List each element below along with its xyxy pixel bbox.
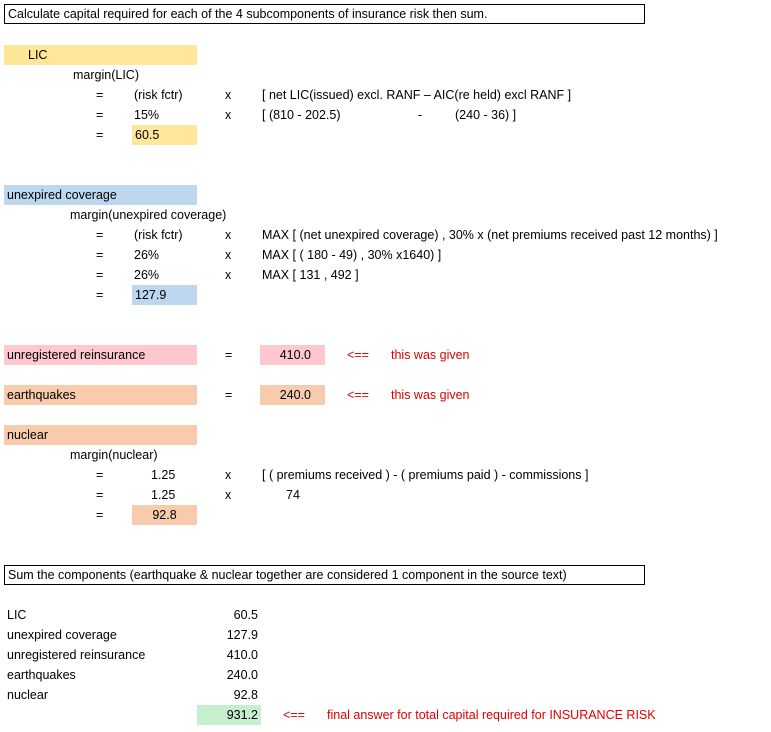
summary-total: 931.2: [197, 705, 261, 725]
lic-row2-factor: 15%: [134, 108, 160, 122]
lic-result: 60.5: [132, 125, 197, 145]
summary-value-lic: 60.5: [233, 608, 258, 622]
unexpired-row2-expr: MAX [ ( 180 - 49) , 30% x1640) ]: [262, 248, 442, 262]
unexpired-row3-eq: =: [96, 268, 104, 282]
summary-label-unregistered: unregistered reinsurance: [7, 648, 146, 662]
unexpired-row1-expr: MAX [ (net unexpired coverage) , 30% x (…: [262, 228, 718, 242]
unexpired-header: unexpired coverage: [4, 185, 197, 205]
unexpired-row3-expr: MAX [ 131 , 492 ]: [262, 268, 359, 282]
summary-note: final answer for total capital required …: [327, 708, 656, 722]
nuclear-header: nuclear: [4, 425, 197, 445]
lic-row2-expr-a: [ (810 - 202.5): [262, 108, 341, 122]
lic-row1-expr: [ net LIC(issued) excl. RANF – AIC(re he…: [262, 88, 572, 102]
unexpired-result: 127.9: [132, 285, 197, 305]
nuclear-margin-label: margin(nuclear): [70, 448, 158, 462]
unexpired-row3-op: x: [225, 268, 232, 282]
summary-value-unexpired: 127.9: [226, 628, 258, 642]
unexpired-row2-eq: =: [96, 248, 104, 262]
unregistered-arrow: <==: [347, 348, 369, 362]
unexpired-row4-eq: =: [96, 288, 104, 302]
unregistered-eq: =: [225, 348, 233, 362]
unexpired-row1-eq: =: [96, 228, 104, 242]
unexpired-row1-factor: (risk fctr): [134, 228, 183, 242]
lic-row1-eq: =: [96, 88, 104, 102]
summary-value-earthquakes: 240.0: [226, 668, 258, 682]
summary-label-lic: LIC: [7, 608, 27, 622]
nuclear-row1-factor: 1.25: [151, 468, 176, 482]
lic-row1-factor: (risk fctr): [134, 88, 183, 102]
summary-value-unregistered: 410.0: [226, 648, 258, 662]
summary-label-nuclear: nuclear: [7, 688, 48, 702]
nuclear-row2-factor: 1.25: [151, 488, 176, 502]
summary-arrow: <==: [283, 708, 305, 722]
lic-margin-label: margin(LIC): [73, 68, 139, 82]
unexpired-row3-factor: 26%: [134, 268, 160, 282]
nuclear-row1-eq: =: [96, 468, 104, 482]
sum-box: Sum the components (earthquake & nuclear…: [4, 565, 645, 585]
lic-row3-eq: =: [96, 128, 104, 142]
summary-label-earthquakes: earthquakes: [7, 668, 76, 682]
nuclear-row1-op: x: [225, 468, 232, 482]
nuclear-row2-op: x: [225, 488, 232, 502]
unexpired-row1-op: x: [225, 228, 232, 242]
lic-row2-op: x: [225, 108, 232, 122]
summary-label-unexpired: unexpired coverage: [7, 628, 117, 642]
title-box: Calculate capital required for each of t…: [4, 4, 645, 24]
lic-row2-eq: =: [96, 108, 104, 122]
earthquakes-arrow: <==: [347, 388, 369, 402]
earthquakes-value: 240.0: [260, 385, 325, 405]
unregistered-value: 410.0: [260, 345, 325, 365]
unexpired-row2-op: x: [225, 248, 232, 262]
nuclear-result: 92.8: [132, 505, 197, 525]
nuclear-row2-eq: =: [96, 488, 104, 502]
summary-value-nuclear: 92.8: [233, 688, 258, 702]
lic-header: LIC: [4, 45, 197, 65]
earthquakes-eq: =: [225, 388, 233, 402]
unexpired-row2-factor: 26%: [134, 248, 160, 262]
earthquakes-label: earthquakes: [4, 385, 197, 405]
nuclear-row3-eq: =: [96, 508, 104, 522]
nuclear-row2-expr: 74: [286, 488, 300, 502]
unregistered-label: unregistered reinsurance: [4, 345, 197, 365]
lic-row1-op: x: [225, 88, 232, 102]
nuclear-row1-expr: [ ( premiums received ) - ( premiums pai…: [262, 468, 589, 482]
lic-row2-expr-b: (240 - 36) ]: [455, 108, 517, 122]
unregistered-note: this was given: [391, 348, 470, 362]
earthquakes-note: this was given: [391, 388, 470, 402]
unexpired-margin-label: margin(unexpired coverage): [70, 208, 227, 222]
lic-row2-dash: -: [418, 108, 423, 122]
